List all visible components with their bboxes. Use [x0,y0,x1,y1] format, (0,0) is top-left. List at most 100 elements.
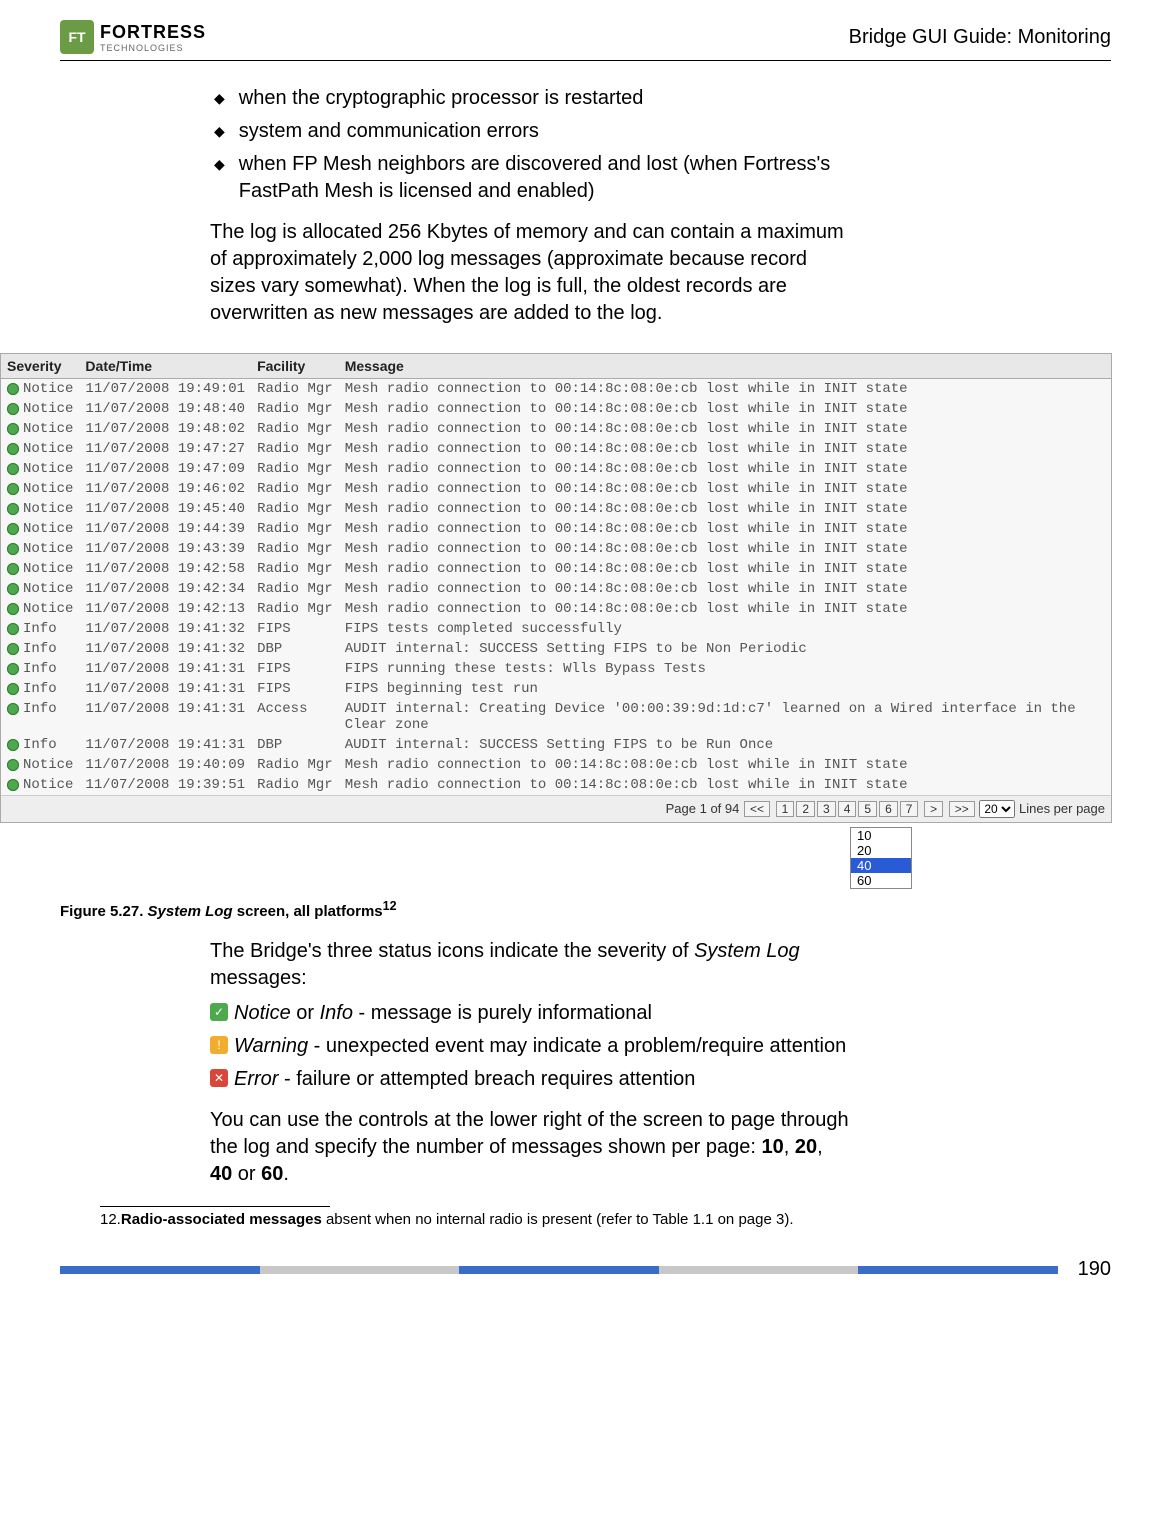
cell-facility: DBP [251,639,339,659]
cell-datetime: 11/07/2008 19:44:39 [79,519,251,539]
logo-sub-text: TECHNOLOGIES [100,43,206,53]
pager-page[interactable]: 2 [796,801,815,817]
cell-message: Mesh radio connection to 00:14:8c:08:0e:… [339,579,1111,599]
cell-facility: Radio Mgr [251,519,339,539]
lines-per-page-select[interactable]: 20 [979,800,1015,818]
severity-icon [7,663,19,675]
cell-severity: Info [1,639,79,659]
cell-severity: Notice [1,599,79,619]
header-title: Bridge GUI Guide: Monitoring [849,26,1111,49]
cell-datetime: 11/07/2008 19:41:31 [79,659,251,679]
footnote-rule [100,1206,330,1207]
cell-message: Mesh radio connection to 00:14:8c:08:0e:… [339,379,1111,400]
col-message[interactable]: Message [339,354,1111,379]
cell-severity: Info [1,619,79,639]
table-row: Notice11/07/2008 19:47:09Radio MgrMesh r… [1,459,1111,479]
severity-icon [7,543,19,555]
bullet-icon: ◆ [210,118,225,145]
col-datetime[interactable]: Date/Time [79,354,251,379]
cell-message: Mesh radio connection to 00:14:8c:08:0e:… [339,539,1111,559]
lines-per-page-label: Lines per page [1019,801,1105,816]
severity-icon [7,739,19,751]
logo-icon: FT [60,20,94,54]
page-header: FT FORTRESS TECHNOLOGIES Bridge GUI Guid… [60,20,1111,61]
col-severity[interactable]: Severity [1,354,79,379]
cell-message: Mesh radio connection to 00:14:8c:08:0e:… [339,775,1111,795]
severity-icon [7,383,19,395]
cell-message: FIPS beginning test run [339,679,1111,699]
table-row: Notice11/07/2008 19:42:34Radio MgrMesh r… [1,579,1111,599]
cell-message: Mesh radio connection to 00:14:8c:08:0e:… [339,419,1111,439]
legend-item: ✕Error - failure or attempted breach req… [210,1066,850,1093]
pager-page[interactable]: 4 [838,801,857,817]
severity-icon [7,603,19,615]
dropdown-option[interactable]: 10 [851,828,911,843]
severity-icon [7,423,19,435]
table-row: Info11/07/2008 19:41:32DBPAUDIT internal… [1,639,1111,659]
dropdown-option-selected[interactable]: 40 [851,858,911,873]
lines-per-page-dropdown[interactable]: 10 20 40 60 [850,827,912,889]
legend-item: ✓Notice or Info - message is purely info… [210,1000,850,1027]
bullet-list: ◆when the cryptographic processor is res… [210,85,850,205]
pager-next[interactable]: > [924,801,943,817]
severity-icon [7,759,19,771]
pager-info: Page 1 of 94 [666,801,740,816]
pager-page[interactable]: 1 [776,801,795,817]
table-row: Info11/07/2008 19:41:31DBPAUDIT internal… [1,735,1111,755]
legend-item: !Warning - unexpected event may indicate… [210,1033,850,1060]
severity-icon [7,403,19,415]
dropdown-option[interactable]: 60 [851,873,911,888]
notice-icon: ✓ [210,1003,228,1021]
logo-main-text: FORTRESS [100,22,206,42]
severity-icon [7,463,19,475]
cell-datetime: 11/07/2008 19:41:31 [79,679,251,699]
table-row: Notice11/07/2008 19:42:58Radio MgrMesh r… [1,559,1111,579]
page-number: 190 [1078,1258,1111,1281]
paragraph: The Bridge's three status icons indicate… [210,938,850,992]
pager-page[interactable]: 7 [900,801,919,817]
cell-datetime: 11/07/2008 19:49:01 [79,379,251,400]
cell-datetime: 11/07/2008 19:42:34 [79,579,251,599]
cell-datetime: 11/07/2008 19:42:58 [79,559,251,579]
cell-datetime: 11/07/2008 19:42:13 [79,599,251,619]
cell-facility: FIPS [251,659,339,679]
cell-message: Mesh radio connection to 00:14:8c:08:0e:… [339,479,1111,499]
table-row: Notice11/07/2008 19:48:02Radio MgrMesh r… [1,419,1111,439]
cell-severity: Notice [1,559,79,579]
footer-seg [858,1266,1058,1274]
logo: FT FORTRESS TECHNOLOGIES [60,20,206,54]
cell-message: FIPS tests completed successfully [339,619,1111,639]
table-row: Notice11/07/2008 19:45:40Radio MgrMesh r… [1,499,1111,519]
table-row: Info11/07/2008 19:41:31AccessAUDIT inter… [1,699,1111,735]
table-row: Notice11/07/2008 19:42:13Radio MgrMesh r… [1,599,1111,619]
bullet-item: ◆when FP Mesh neighbors are discovered a… [210,151,850,205]
footer-bar: 190 [60,1258,1111,1281]
pager-page[interactable]: 3 [817,801,836,817]
cell-severity: Notice [1,379,79,400]
dropdown-option[interactable]: 20 [851,843,911,858]
cell-severity: Notice [1,459,79,479]
cell-datetime: 11/07/2008 19:39:51 [79,775,251,795]
cell-facility: Radio Mgr [251,419,339,439]
cell-facility: Radio Mgr [251,379,339,400]
paragraph: You can use the controls at the lower ri… [210,1107,850,1188]
pager-page[interactable]: 5 [858,801,877,817]
table-row: Notice11/07/2008 19:48:40Radio MgrMesh r… [1,399,1111,419]
table-row: Notice11/07/2008 19:49:01Radio MgrMesh r… [1,379,1111,400]
pager-last[interactable]: >> [949,801,975,817]
cell-facility: Radio Mgr [251,755,339,775]
cell-message: AUDIT internal: SUCCESS Setting FIPS to … [339,639,1111,659]
bullet-icon: ◆ [210,85,225,112]
pager-page[interactable]: 6 [879,801,898,817]
cell-severity: Info [1,679,79,699]
cell-severity: Notice [1,755,79,775]
col-facility[interactable]: Facility [251,354,339,379]
table-row: Notice11/07/2008 19:46:02Radio MgrMesh r… [1,479,1111,499]
cell-severity: Notice [1,499,79,519]
pager-first[interactable]: << [744,801,770,817]
cell-facility: Radio Mgr [251,775,339,795]
cell-facility: Access [251,699,339,735]
severity-icon [7,779,19,791]
severity-legend: ✓Notice or Info - message is purely info… [210,1000,850,1093]
cell-datetime: 11/07/2008 19:46:02 [79,479,251,499]
